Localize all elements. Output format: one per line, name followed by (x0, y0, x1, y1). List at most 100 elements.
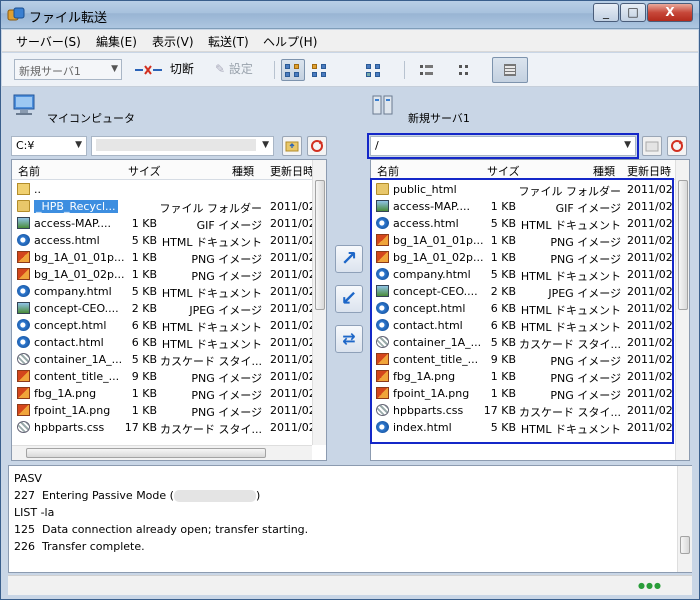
file-date: 2011/02 (270, 285, 316, 298)
html-file-icon (17, 234, 30, 246)
minimize-icon: _ (603, 5, 609, 19)
highlight-path (367, 133, 639, 159)
menu-transfer[interactable]: 転送(T) (208, 33, 249, 50)
menu-help[interactable]: ヘルプ(H) (263, 33, 317, 50)
column-name[interactable]: 名前 (18, 163, 40, 179)
local-file-row[interactable]: access.html 5 KB HTML ドキュメント 2011/02 (12, 233, 316, 250)
local-file-row[interactable]: hpbparts.css 17 KB カスケード スタイ... 2011/02 (12, 420, 316, 437)
scroll-thumb[interactable] (680, 536, 690, 554)
file-date: 2011/02 (270, 387, 316, 400)
file-type: HTML ドキュメント (161, 287, 262, 300)
file-name: fpoint_1A.png (34, 404, 111, 417)
log-scrollbar[interactable] (677, 466, 692, 572)
column-size[interactable]: サイズ (128, 163, 161, 179)
local-file-row[interactable]: bg_1A_01_02p... 1 KB PNG イメージ 2011/02 (12, 267, 316, 284)
remote-up-folder-button[interactable] (642, 136, 662, 156)
log-line: 125 Data connection already open; transf… (14, 523, 309, 536)
upload-button[interactable]: ↗ (335, 245, 363, 273)
local-list-header: 名前 サイズ 種類 更新日時 (12, 160, 314, 180)
sync-button[interactable]: ⇄ (335, 325, 363, 353)
sync-view-icon[interactable] (281, 59, 305, 81)
local-file-row[interactable]: fpoint_1A.png 1 KB PNG イメージ 2011/02 (12, 403, 316, 420)
file-name: .. (34, 183, 41, 196)
local-file-row[interactable]: content_title_... 9 KB PNG イメージ 2011/02 (12, 369, 316, 386)
local-drive-select[interactable]: C:¥ ▼ (11, 136, 87, 156)
arrow-up-right-icon: ↗ (340, 246, 358, 270)
parent-folder-icon (17, 183, 30, 195)
settings-button[interactable]: ✎ 設定 (215, 59, 253, 80)
file-date: 2011/02 (270, 251, 316, 264)
title-bar[interactable]: ファイル転送 _ □ X (1, 1, 699, 29)
column-modified[interactable]: 更新日時 (627, 163, 671, 179)
server-select-value: 新規サーバ1 (19, 65, 81, 78)
maximize-button[interactable]: □ (620, 3, 646, 22)
file-type: PNG イメージ (191, 253, 262, 266)
file-size: 2 KB (131, 302, 157, 315)
local-file-list[interactable]: 名前 サイズ 種類 更新日時 .. _HPB_Recycl... ファイル フォルダ… (11, 159, 327, 461)
app-icon (7, 7, 25, 21)
column-size[interactable]: サイズ (487, 163, 520, 179)
download-button[interactable]: ↙ (335, 285, 363, 313)
close-button[interactable]: X (647, 3, 693, 22)
local-file-row[interactable]: concept-CEO.... 2 KB JPEG イメージ 2011/02 (12, 301, 316, 318)
file-name: concept.html (34, 319, 107, 332)
local-file-row[interactable]: concept.html 6 KB HTML ドキュメント 2011/02 (12, 318, 316, 335)
details-view-icon[interactable] (454, 59, 478, 81)
list-view-icon[interactable] (415, 59, 439, 81)
maximize-icon: □ (627, 5, 639, 19)
file-date: 2011/02 (270, 217, 316, 230)
local-file-row[interactable]: access-MAP.... 1 KB GIF イメージ 2011/02 (12, 216, 316, 233)
menu-edit[interactable]: 編集(E) (96, 33, 137, 50)
folder-up-icon (285, 141, 299, 152)
file-type: GIF イメージ (196, 219, 262, 232)
menu-view[interactable]: 表示(V) (152, 33, 194, 50)
local-file-row[interactable]: container_1A_... 5 KB カスケード スタイ... 2011/02 (12, 352, 316, 369)
local-file-row[interactable]: .. (12, 182, 312, 199)
column-name[interactable]: 名前 (377, 163, 399, 179)
app-window: ファイル転送 _ □ X サーバー(S) 編集(E) 表示(V) 転送(T) ヘ… (0, 0, 700, 600)
local-path-field[interactable]: ▼ (91, 136, 274, 156)
remote-refresh-button[interactable] (667, 136, 687, 156)
file-size: 9 KB (131, 370, 157, 383)
settings-label: 設定 (228, 62, 253, 76)
disconnect-button[interactable]: 切断 (134, 59, 194, 80)
local-file-row[interactable]: fbg_1A.png 1 KB PNG イメージ 2011/02 (12, 386, 316, 403)
compare-icon[interactable] (308, 59, 332, 81)
remote-vertical-scrollbar[interactable] (675, 160, 689, 460)
minimize-button[interactable]: _ (593, 3, 619, 22)
local-file-row[interactable]: contact.html 6 KB HTML ドキュメント 2011/02 (12, 335, 316, 352)
local-refresh-button[interactable] (307, 136, 327, 156)
file-name: bg_1A_01_02p... (34, 268, 125, 281)
log-panel[interactable]: PASV 227 Entering Passive Mode () LIST -… (8, 465, 692, 573)
computer-icon (13, 94, 35, 115)
folder-up-icon (645, 141, 659, 152)
mirror-icon[interactable] (362, 59, 386, 81)
toolbar-separator (404, 61, 405, 79)
server-select[interactable]: 新規サーバ1 ▼ (14, 59, 122, 80)
local-drive-value: C:¥ (16, 139, 35, 152)
image-file-icon (17, 217, 30, 229)
png-file-icon (17, 251, 30, 263)
local-file-row[interactable]: bg_1A_01_01p... 1 KB PNG イメージ 2011/02 (12, 250, 316, 267)
local-up-folder-button[interactable] (282, 136, 302, 156)
column-type[interactable]: 種類 (593, 163, 615, 179)
css-file-icon (17, 353, 30, 365)
file-name: _HPB_Recycl... (34, 200, 118, 213)
file-type: カスケード スタイ... (160, 355, 262, 368)
local-file-row[interactable]: company.html 5 KB HTML ドキュメント 2011/02 (12, 284, 316, 301)
file-size: 1 KB (131, 404, 157, 417)
grid-view-icon[interactable] (492, 57, 528, 83)
menu-server[interactable]: サーバー(S) (16, 33, 81, 50)
scroll-thumb[interactable] (678, 180, 688, 310)
local-vertical-scrollbar[interactable] (312, 160, 326, 445)
remote-pane-title: 新規サーバ1 (408, 112, 470, 125)
file-name: access-MAP.... (34, 217, 111, 230)
local-horizontal-scrollbar[interactable] (12, 445, 312, 460)
local-file-row[interactable]: _HPB_Recycl... ファイル フォルダー 2011/02 (12, 199, 316, 216)
chevron-down-icon: ▼ (262, 140, 269, 150)
column-type[interactable]: 種類 (232, 163, 254, 179)
scroll-thumb[interactable] (26, 448, 266, 458)
file-date: 2011/02 (270, 200, 316, 213)
scroll-thumb[interactable] (315, 180, 325, 310)
column-modified[interactable]: 更新日時 (270, 163, 314, 179)
